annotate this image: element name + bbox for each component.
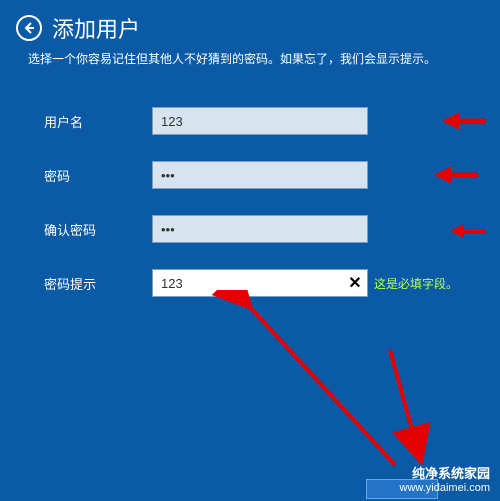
page-subtitle: 选择一个你容易记住但其他人不好猜到的密码。如果忘了，我们会显示提示。 [0, 46, 500, 67]
row-password: 密码 [44, 161, 472, 189]
watermark-name: 纯净系统家园 [400, 466, 490, 482]
password-input[interactable] [152, 161, 368, 189]
page-title: 添加用户 [52, 12, 140, 44]
username-label: 用户名 [44, 112, 152, 131]
annotation-arrow-icon [380, 340, 440, 470]
watermark: 纯净系统家园 www.yidaimei.com [400, 466, 490, 495]
annotation-arrow-icon [450, 221, 486, 241]
close-icon: ✕ [348, 273, 361, 293]
row-confirm: 确认密码 [44, 215, 472, 243]
confirm-label: 确认密码 [44, 220, 152, 239]
back-button[interactable] [16, 15, 42, 41]
annotation-arrow-icon [442, 109, 486, 133]
add-user-form: 用户名 密码 确认密码 密码提示 [0, 67, 500, 297]
username-input[interactable] [152, 107, 368, 135]
clear-button[interactable]: ✕ [346, 274, 364, 292]
row-username: 用户名 [44, 107, 472, 135]
annotation-arrow-icon [434, 163, 478, 187]
watermark-url: www.yidaimei.com [400, 482, 490, 495]
arrow-left-icon [22, 21, 36, 35]
confirm-input[interactable] [152, 215, 368, 243]
hint-required-message: 这是必填字段。 [374, 275, 458, 292]
hint-input[interactable] [152, 269, 368, 297]
password-label: 密码 [44, 166, 152, 185]
annotation-arrow-icon [210, 290, 410, 480]
row-hint: 密码提示 ✕ 这是必填字段。 [44, 269, 472, 297]
hint-label: 密码提示 [44, 274, 152, 293]
